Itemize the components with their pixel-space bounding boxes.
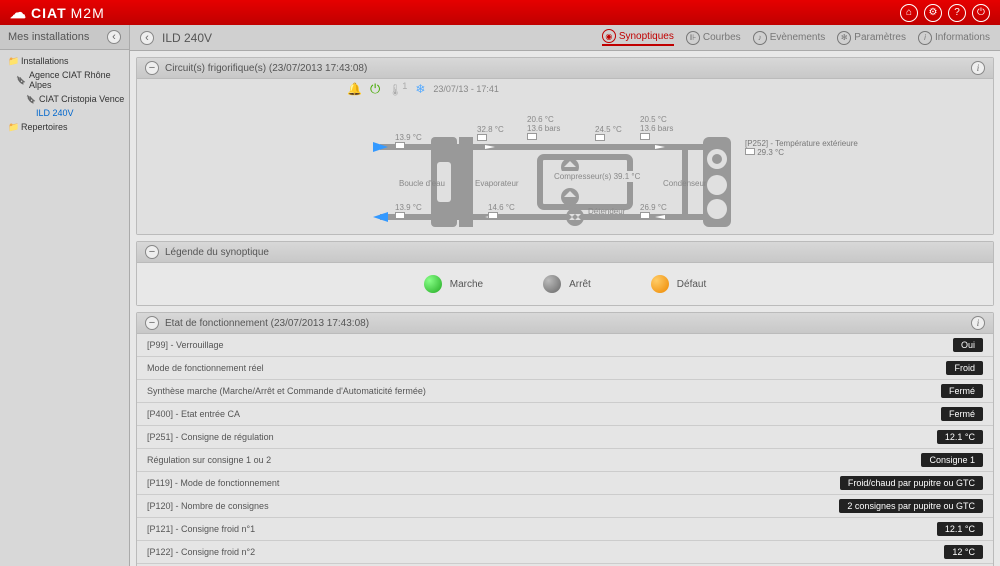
panel-title: Etat de fonctionnement (23/07/2013 17:43… [165, 318, 369, 329]
collapse-icon[interactable]: ‹ [140, 31, 154, 45]
dot-green-icon [424, 275, 442, 293]
state-row: [P400] - Etat entrée CAFermé [137, 403, 993, 426]
page-title: ILD 240V [162, 31, 212, 45]
tree-item-ild[interactable]: ILD 240V [4, 106, 125, 120]
synoptic-datetime: 23/07/13 - 17:41 [433, 84, 499, 94]
state-label: [P400] - Etat entrée CA [147, 409, 941, 419]
state-label: [P121] - Consigne froid n°1 [147, 524, 937, 534]
state-value: 12.1 °C [937, 522, 983, 536]
panel-collapse-icon[interactable]: − [145, 245, 159, 259]
legend-arret: Arrêt [543, 275, 591, 293]
alarm-icon[interactable]: 🔔 [347, 82, 362, 96]
state-row: [P251] - Consigne de régulation12.1 °C [137, 426, 993, 449]
topbar: ☁ CIATM2M ⌂ ⚙ ? ⏻ [0, 0, 1000, 25]
chart-icon: ⊪ [686, 31, 700, 45]
state-label: [P122] - Consigne froid n°2 [147, 547, 944, 557]
state-label: Synthèse marche (Marche/Arrêt et Command… [147, 386, 941, 396]
logo: ☁ CIATM2M [10, 3, 105, 23]
state-value: Oui [953, 338, 983, 352]
content: ‹ ILD 240V ◉Synoptiques ⊪Courbes ♪Evènem… [130, 25, 1000, 566]
state-label: [P120] - Nombre de consignes [147, 501, 839, 511]
legend-defaut: Défaut [651, 275, 706, 293]
folder-icon [8, 56, 18, 66]
dot-orange-icon [651, 275, 669, 293]
state-value: Fermé [941, 384, 983, 398]
state-row: Synthèse marche (Marche/Arrêt et Command… [137, 380, 993, 403]
power-status-icon[interactable]: ⏻ [370, 81, 380, 97]
tree-item-agence[interactable]: Agence CIAT Rhône Alpes [4, 68, 125, 92]
panel-collapse-icon[interactable]: − [145, 61, 159, 75]
tab-courbes[interactable]: ⊪Courbes [686, 29, 741, 46]
tree-item-cristopia[interactable]: CIAT Cristopia Vence [4, 92, 125, 106]
state-row: [P121] - Consigne froid n°112.1 °C [137, 518, 993, 541]
state-row: [P120] - Nombre de consignes2 consignes … [137, 495, 993, 518]
panel-legende: − Légende du synoptique Marche Arrêt Déf… [136, 241, 994, 306]
state-label: [P99] - Verrouillage [147, 340, 953, 350]
cloud-icon: ☁ [10, 3, 27, 23]
panel-etat: − Etat de fonctionnement (23/07/2013 17:… [136, 312, 994, 566]
panel-collapse-icon[interactable]: − [145, 316, 159, 330]
tree: Installations Agence CIAT Rhône Alpes CI… [0, 50, 129, 566]
folder-icon [8, 122, 18, 132]
tree-root-installations[interactable]: Installations [4, 54, 125, 68]
tree-root-repertoires[interactable]: Repertoires [4, 120, 125, 134]
state-value: 12.1 °C [937, 430, 983, 444]
panel-title: Légende du synoptique [165, 247, 269, 258]
panel-info-icon[interactable]: i [971, 316, 985, 330]
dot-grey-icon [543, 275, 561, 293]
sidebar: Mes installations ‹ Installations Agence… [0, 25, 130, 566]
info-icon: i [918, 31, 932, 45]
tab-informations[interactable]: iInformations [918, 29, 990, 46]
state-row: [P99] - VerrouillageOui [137, 334, 993, 357]
tab-evenements[interactable]: ♪Evènements [753, 29, 826, 46]
state-value: Froid [946, 361, 983, 375]
thermometer-icon: 🌡1 [388, 81, 407, 97]
state-label: Régulation sur consigne 1 ou 2 [147, 455, 921, 465]
home-icon[interactable]: ⌂ [900, 4, 918, 22]
settings-icon[interactable]: ⚙ [924, 4, 942, 22]
snowflake-icon: ❄ [415, 82, 425, 96]
tab-synoptiques[interactable]: ◉Synoptiques [602, 29, 674, 46]
sidebar-title: Mes installations [8, 31, 89, 43]
panel-circuit: − Circuit(s) frigorifique(s) (23/07/2013… [136, 57, 994, 235]
legend-marche: Marche [424, 275, 483, 293]
content-header: ‹ ILD 240V ◉Synoptiques ⊪Courbes ♪Evènem… [130, 25, 1000, 51]
tag-icon [16, 75, 26, 85]
state-label: [P251] - Consigne de régulation [147, 432, 937, 442]
state-row: Mode de fonctionnement réelFroid [137, 357, 993, 380]
tab-parametres[interactable]: ✻Paramètres [837, 29, 906, 46]
state-value: 2 consignes par pupitre ou GTC [839, 499, 983, 513]
gear-icon: ✻ [837, 31, 851, 45]
state-label: Mode de fonctionnement réel [147, 363, 946, 373]
help-icon[interactable]: ? [948, 4, 966, 22]
state-row: [P122] - Consigne froid n°212 °C [137, 541, 993, 564]
panel-title: Circuit(s) frigorifique(s) (23/07/2013 1… [165, 63, 367, 74]
synoptic-diagram: 13.9 °C 13.9 °C Boucle d'eau Evaporateur… [145, 107, 985, 237]
state-row: [P119] - Mode de fonctionnementFroid/cha… [137, 472, 993, 495]
panel-info-icon[interactable]: i [971, 61, 985, 75]
sidebar-header: Mes installations ‹ [0, 25, 129, 50]
sidebar-collapse-icon[interactable]: ‹ [107, 30, 121, 44]
state-value: Froid/chaud par pupitre ou GTC [840, 476, 983, 490]
state-value: Consigne 1 [921, 453, 983, 467]
brand-sub: M2M [71, 5, 105, 21]
state-value: Fermé [941, 407, 983, 421]
power-icon[interactable]: ⏻ [972, 4, 990, 22]
brand-name: CIAT [31, 5, 67, 21]
tag-icon [26, 94, 36, 104]
state-label: [P119] - Mode de fonctionnement [147, 478, 840, 488]
bell-icon: ♪ [753, 31, 767, 45]
state-row: Régulation sur consigne 1 ou 2Consigne 1 [137, 449, 993, 472]
eye-icon: ◉ [602, 29, 616, 43]
state-value: 12 °C [944, 545, 983, 559]
